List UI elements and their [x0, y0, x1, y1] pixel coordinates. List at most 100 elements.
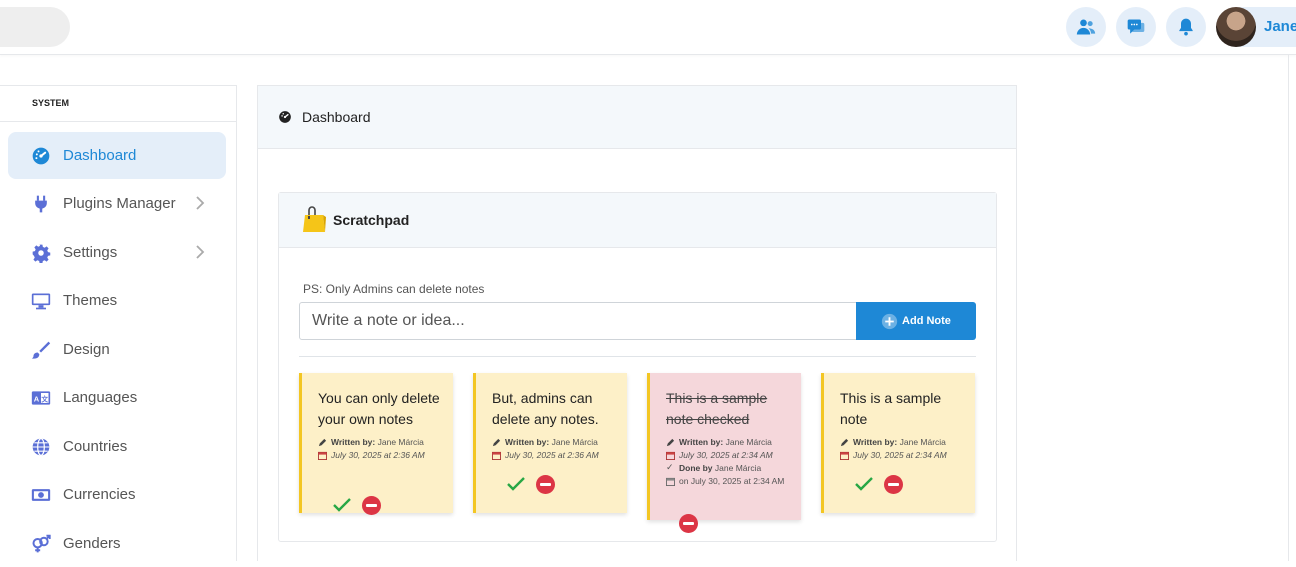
dashboard-gauge-icon	[279, 111, 291, 123]
sidebar-item-languages[interactable]: A文 Languages	[8, 374, 226, 421]
check-icon[interactable]	[332, 495, 352, 515]
calendar-icon	[666, 451, 675, 460]
delete-note-button[interactable]	[679, 514, 698, 533]
check-icon[interactable]	[506, 474, 526, 494]
note-author: Written by: Jane Márcia	[666, 436, 801, 449]
note-date: July 30, 2025 at 2:34 AM	[666, 449, 801, 462]
sidebar-item-label: Countries	[63, 438, 128, 455]
sidebar-item-label: Themes	[63, 292, 118, 309]
globe-icon	[30, 436, 52, 458]
page-title: Dashboard	[302, 109, 371, 125]
done-by-name: Jane Márcia	[714, 463, 762, 473]
add-note-button[interactable]: Add Note	[856, 302, 976, 340]
divider	[299, 356, 976, 357]
note-author: Written by: Jane Márcia	[318, 436, 453, 449]
author-name: Jane Márcia	[899, 437, 946, 447]
sidebar-item-label: Currencies	[63, 486, 136, 503]
note-done-date: on July 30, 2025 at 2:34 AM	[666, 475, 786, 488]
sidebar-item-label: Settings	[63, 244, 118, 261]
check-icon[interactable]	[854, 474, 874, 494]
note-actions	[506, 474, 555, 494]
calendar-icon	[666, 477, 675, 486]
calendar-icon	[492, 451, 501, 460]
user-name: Jane	[1264, 18, 1296, 35]
note-input[interactable]	[299, 302, 857, 340]
add-note-label: Add Note	[902, 315, 951, 327]
sidebar-item-label: Genders	[63, 535, 121, 552]
note-actions	[679, 514, 698, 533]
written-by-label: Written by:	[331, 437, 376, 447]
note-date: July 30, 2025 at 2:36 AM	[492, 449, 627, 462]
note-actions	[854, 474, 903, 494]
sidebar-item-plugins-manager[interactable]: Plugins Manager	[8, 180, 226, 227]
chevron-right-icon	[196, 196, 205, 210]
author-name: Jane Márcia	[377, 437, 424, 447]
admin-notice: PS: Only Admins can delete notes	[303, 282, 485, 296]
author-name: Jane Márcia	[551, 437, 598, 447]
note-card-checked: This is a sample note checked Written by…	[647, 373, 801, 533]
checkmark-icon: ✓	[666, 462, 674, 472]
delete-note-button[interactable]	[884, 474, 903, 494]
note-done-by: ✓ Done by Jane Márcia	[666, 462, 801, 475]
scratchpad-title: Scratchpad	[333, 212, 410, 228]
calendar-icon	[840, 451, 849, 460]
note-card: But, admins can delete any notes. Writte…	[473, 373, 627, 513]
search-box[interactable]	[0, 7, 70, 47]
note-timestamp: July 30, 2025 at 2:34 AM	[853, 450, 947, 460]
note-author: Written by: Jane Márcia	[492, 436, 627, 449]
gear-icon	[30, 242, 52, 264]
sidebar-section-title: SYSTEM	[0, 86, 236, 122]
dashboard-panel: Dashboard Scratchpad PS: Only Admins can…	[257, 85, 1017, 561]
sidebar: SYSTEM Dashboard Plugins Manager Setting…	[0, 85, 237, 561]
note-card: This is a sample note Written by: Jane M…	[821, 373, 975, 513]
chevron-right-icon	[196, 245, 205, 259]
sidebar-item-currencies[interactable]: Currencies	[8, 471, 226, 518]
sidebar-item-countries[interactable]: Countries	[8, 423, 226, 470]
note-timestamp: July 30, 2025 at 2:36 AM	[505, 450, 599, 460]
sidebar-item-label: Plugins Manager	[63, 195, 176, 212]
written-by-label: Written by:	[853, 437, 898, 447]
chat-button[interactable]	[1116, 7, 1156, 47]
sidebar-item-genders[interactable]: Genders	[8, 520, 226, 567]
notifications-button[interactable]	[1166, 7, 1206, 47]
done-timestamp: on July 30, 2025 at 2:34 AM	[679, 476, 785, 486]
note-text: This is a sample note checked	[666, 390, 768, 427]
note-author: Written by: Jane Márcia	[840, 436, 975, 449]
done-by-label: Done by	[679, 463, 713, 473]
note-date: July 30, 2025 at 2:34 AM	[840, 449, 975, 462]
note-text: But, admins can delete any notes.	[492, 390, 599, 427]
pencil-icon	[318, 438, 327, 447]
sidebar-item-design[interactable]: Design	[8, 326, 226, 373]
note-card: You can only delete your own notes Writt…	[299, 373, 453, 515]
note-timestamp: July 30, 2025 at 2:36 AM	[331, 450, 425, 460]
shopping-bag-icon	[303, 206, 326, 232]
delete-note-button[interactable]	[536, 474, 555, 494]
monitor-icon	[30, 290, 52, 312]
sidebar-item-dashboard[interactable]: Dashboard	[8, 132, 226, 179]
svg-text:A: A	[34, 394, 40, 403]
top-bar: Jane	[0, 0, 1296, 55]
calendar-icon	[318, 451, 327, 460]
sidebar-item-label: Design	[63, 341, 110, 358]
pencil-icon	[492, 438, 501, 447]
panel-header: Dashboard	[258, 86, 1016, 149]
plus-circle-icon	[881, 313, 898, 329]
written-by-label: Written by:	[679, 437, 724, 447]
pencil-icon	[666, 438, 675, 447]
delete-note-button[interactable]	[362, 495, 381, 515]
avatar[interactable]	[1216, 7, 1256, 47]
note-text: This is a sample note	[840, 390, 942, 427]
note-text: You can only delete your own notes	[318, 390, 440, 427]
note-date: July 30, 2025 at 2:36 AM	[318, 449, 453, 462]
author-name: Jane Márcia	[725, 437, 772, 447]
note-timestamp: July 30, 2025 at 2:34 AM	[679, 450, 773, 460]
sidebar-item-settings[interactable]: Settings	[8, 229, 226, 276]
scratchpad-card: Scratchpad PS: Only Admins can delete no…	[278, 192, 997, 542]
sidebar-item-themes[interactable]: Themes	[8, 277, 226, 324]
svg-text:文: 文	[41, 394, 48, 403]
dashboard-gauge-icon	[30, 145, 52, 167]
chat-icon	[1127, 19, 1145, 34]
users-button[interactable]	[1066, 7, 1106, 47]
users-icon	[1076, 19, 1096, 35]
language-icon: A文	[30, 387, 52, 409]
